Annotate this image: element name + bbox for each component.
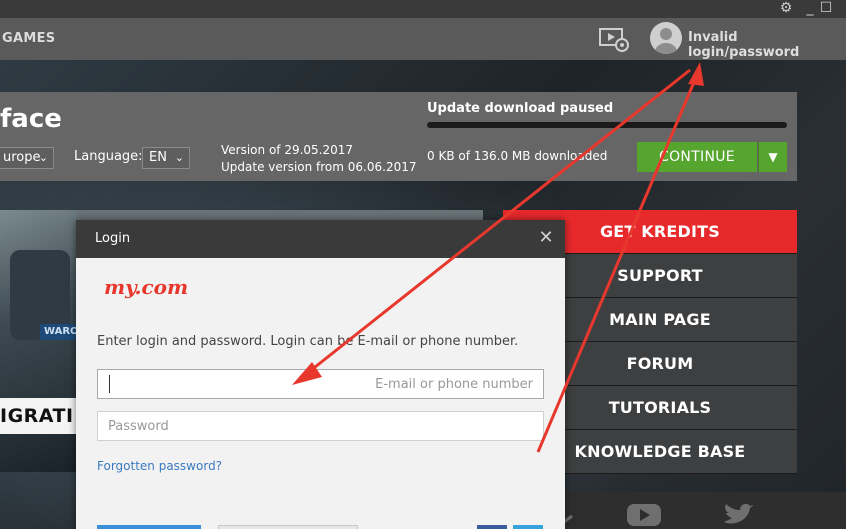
forgot-password-link[interactable]: Forgotten password? [97, 459, 222, 473]
minimize-icon[interactable]: _ [802, 0, 818, 16]
user-icon [655, 28, 677, 54]
avatar[interactable] [650, 22, 682, 54]
password-field[interactable] [97, 411, 544, 441]
chevron-down-icon: ⌄ [38, 151, 48, 164]
download-progress-bar [427, 122, 787, 128]
email-or-phone-field[interactable] [97, 369, 544, 399]
maximize-icon[interactable]: ☐ [818, 0, 834, 16]
register-button[interactable] [218, 525, 358, 529]
game-title: face [0, 104, 62, 134]
language-value: EN [149, 150, 167, 165]
language-label: Language: [74, 149, 143, 164]
region-value: urope [3, 150, 41, 165]
facebook-login-button[interactable] [477, 525, 507, 529]
promo-strip [76, 210, 483, 220]
mycom-logo: my.com [104, 275, 189, 299]
login-status-text[interactable]: Invalid login/password [688, 30, 846, 60]
login-dialog-header: Login ✕ [76, 220, 565, 258]
youtube-icon[interactable] [626, 502, 662, 526]
top-navigation: GAMES Invalid login/password [0, 18, 846, 60]
close-icon[interactable]: ✕ [536, 228, 556, 248]
language-select[interactable]: EN ⌄ [142, 147, 190, 169]
download-size: 0 KB of 136.0 MB downloaded [427, 149, 608, 163]
update-version: Update version from 06.06.2017 [221, 160, 417, 174]
promo-badge: WARO [40, 324, 76, 340]
games-nav-link[interactable]: GAMES [2, 31, 55, 46]
twitter-icon[interactable] [722, 502, 758, 526]
chevron-down-icon: ⌄ [174, 151, 184, 164]
login-instructions: Enter login and password. Login can be E… [97, 334, 519, 349]
promo-banner[interactable]: IGRATI [0, 398, 78, 434]
window-titlebar: ⚙ _ ☐ [0, 0, 846, 18]
gear-icon[interactable]: ⚙ [778, 0, 794, 16]
game-info-band: face urope ⌄ Language: EN ⌄ Version of 2… [0, 92, 797, 181]
twitter-login-button[interactable] [513, 525, 543, 529]
continue-button[interactable]: CONTINUE [637, 142, 757, 172]
text-caret [109, 375, 110, 393]
game-version: Version of 29.05.2017 [221, 143, 354, 157]
sign-in-button[interactable] [97, 525, 201, 529]
continue-options-button[interactable]: ▼ [758, 142, 787, 172]
login-dialog: Login ✕ my.com Enter login and password.… [76, 220, 565, 529]
video-camera-icon[interactable] [598, 26, 630, 52]
update-status: Update download paused [427, 101, 614, 116]
login-dialog-title: Login [95, 231, 131, 246]
chevron-down-icon: ▼ [768, 150, 778, 164]
region-select[interactable]: urope ⌄ [0, 147, 54, 169]
